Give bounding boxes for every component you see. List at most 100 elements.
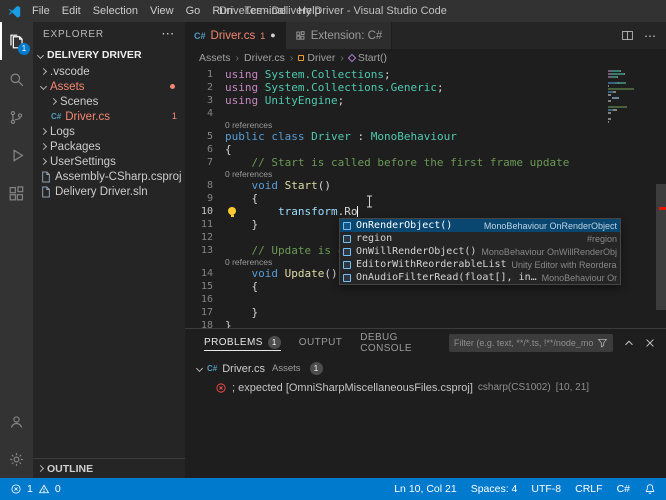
outline-section[interactable]: OUTLINE	[33, 458, 185, 478]
line-number[interactable]: 18	[185, 319, 225, 328]
tree-item-delivery-driver-sln[interactable]: Delivery Driver.sln	[33, 184, 185, 199]
codelens-references[interactable]: 0 references	[225, 169, 272, 179]
line-number[interactable]: 9	[185, 192, 225, 205]
code-line[interactable]: 2using System.Collections.Generic;	[185, 81, 666, 94]
suggestion-label: EditorWithReorderableList	[356, 259, 507, 270]
code-line[interactable]: 3using UnityEngine;	[185, 94, 666, 107]
code-line[interactable]: 5public class Driver : MonoBehaviour	[185, 130, 666, 143]
codelens-references[interactable]: 0 references	[225, 120, 272, 130]
activity-source-control[interactable]	[0, 98, 33, 136]
line-number[interactable]: 2	[185, 81, 225, 94]
line-number[interactable]: 15	[185, 280, 225, 293]
code-line[interactable]: 7 // Start is called before the first fr…	[185, 156, 666, 169]
token: ;	[384, 68, 391, 81]
breadcrumb-item[interactable]: Driver.cs	[244, 52, 285, 64]
activity-extensions[interactable]	[0, 174, 33, 212]
editor-scrollbar[interactable]	[656, 184, 666, 310]
method-icon	[343, 235, 351, 243]
menu-view[interactable]: View	[144, 0, 180, 22]
tree-item-driver-cs[interactable]: C#Driver.cs1	[33, 109, 185, 124]
panel-tab-label: PROBLEMS	[204, 337, 263, 348]
notifications-bell-icon[interactable]	[644, 483, 656, 495]
breadcrumb-item[interactable]: Assets	[199, 52, 231, 64]
editor-more-actions-icon[interactable]: ⋯	[644, 30, 656, 42]
problems-file-group[interactable]: C# Driver.cs Assets 1	[185, 359, 666, 378]
codelens-references[interactable]: 0 references	[225, 257, 272, 267]
tree-item-usersettings[interactable]: UserSettings	[33, 154, 185, 169]
tree-item-scenes[interactable]: Scenes	[33, 94, 185, 109]
method-icon	[343, 222, 351, 230]
suggestion-detail: MonoBehaviour OnAudio…	[542, 273, 617, 283]
line-number[interactable]: 11	[185, 218, 225, 231]
code-line[interactable]: 16	[185, 293, 666, 306]
line-number[interactable]: 4	[185, 107, 225, 120]
activity-explorer[interactable]: 1	[0, 22, 33, 60]
breadcrumb-separator: ›	[236, 52, 240, 64]
panel-tab-debug-console[interactable]: DEBUG CONSOLE	[351, 329, 449, 356]
code-line[interactable]: 18}	[185, 319, 666, 328]
line-number[interactable]: 3	[185, 94, 225, 107]
activity-account[interactable]	[0, 402, 33, 440]
tab-extension-csharp[interactable]: Extension: C#	[286, 22, 393, 49]
line-number[interactable]: 14	[185, 267, 225, 280]
suggestion-item[interactable]: OnAudioFilterRead(float[], in…MonoBehavi…	[340, 271, 620, 284]
modified-dot-icon[interactable]: ●	[270, 31, 275, 40]
suggestion-item[interactable]: EditorWithReorderableListUnity Editor wi…	[340, 258, 620, 271]
menu-selection[interactable]: Selection	[87, 0, 144, 22]
activity-run-debug[interactable]	[0, 136, 33, 174]
activity-search[interactable]	[0, 60, 33, 98]
code-line[interactable]: 8 void Start()	[185, 179, 666, 192]
line-number[interactable]: 12	[185, 231, 225, 244]
code-line[interactable]: 10 transform.Ro	[185, 205, 666, 218]
status-encoding[interactable]: UTF-8	[531, 483, 561, 495]
split-editor-icon[interactable]	[621, 29, 634, 42]
code-line[interactable]: 1using System.Collections;	[185, 68, 666, 81]
suggestion-item[interactable]: OnWillRenderObject()MonoBehaviour OnWill…	[340, 245, 620, 258]
problems-filter-input[interactable]	[454, 338, 593, 348]
code-text: }	[225, 306, 258, 319]
line-number[interactable]: 1	[185, 68, 225, 81]
panel-tab-problems[interactable]: PROBLEMS1	[195, 329, 290, 356]
activity-settings[interactable]	[0, 440, 33, 478]
tree-item--vscode[interactable]: .vscode	[33, 64, 185, 79]
menu-go[interactable]: Go	[180, 0, 207, 22]
lightbulb-icon[interactable]	[228, 207, 236, 215]
breadcrumb-item[interactable]: Start()	[349, 52, 387, 64]
menu-edit[interactable]: Edit	[56, 0, 87, 22]
workspace-section-header[interactable]: DELIVERY DRIVER	[33, 46, 185, 64]
editor-pane[interactable]: 1using System.Collections;2using System.…	[185, 66, 666, 328]
line-number[interactable]: 5	[185, 130, 225, 143]
outline-title: OUTLINE	[47, 463, 93, 475]
status-indentation[interactable]: Spaces: 4	[471, 483, 518, 495]
problem-item[interactable]: ; expected [OmniSharpMiscellaneousFiles.…	[185, 378, 666, 397]
problems-indicator[interactable]: 1 0	[10, 483, 61, 495]
line-number[interactable]: 17	[185, 306, 225, 319]
breadcrumb-item[interactable]: Driver	[298, 52, 335, 64]
minimap[interactable]	[608, 70, 652, 124]
tree-item-assets[interactable]: Assets	[33, 79, 185, 94]
tree-item-packages[interactable]: Packages	[33, 139, 185, 154]
more-actions-icon[interactable]: ⋯	[161, 26, 175, 42]
code-line[interactable]: 17 }	[185, 306, 666, 319]
panel-maximize-icon[interactable]	[623, 337, 635, 349]
tab-driver-cs[interactable]: C# Driver.cs 1 ●	[185, 22, 286, 49]
tree-item-assembly-csharp-csproj[interactable]: Assembly-CSharp.csproj	[33, 169, 185, 184]
code-line[interactable]: 4	[185, 107, 666, 120]
menu-file[interactable]: File	[26, 0, 56, 22]
status-eol[interactable]: CRLF	[575, 483, 602, 495]
code-line[interactable]: 6{	[185, 143, 666, 156]
panel-close-icon[interactable]	[644, 337, 656, 349]
status-language[interactable]: C#	[617, 483, 630, 495]
line-number[interactable]: 8	[185, 179, 225, 192]
suggestion-item[interactable]: region#region	[340, 232, 620, 245]
line-number[interactable]: 6	[185, 143, 225, 156]
tree-item-logs[interactable]: Logs	[33, 124, 185, 139]
line-number[interactable]: 16	[185, 293, 225, 306]
code-line[interactable]: 9 {	[185, 192, 666, 205]
suggestion-item[interactable]: OnRenderObject()MonoBehaviour OnRenderOb…	[340, 219, 620, 232]
status-cursor-position[interactable]: Ln 10, Col 21	[394, 483, 456, 495]
line-number[interactable]: 10	[185, 205, 225, 218]
line-number[interactable]: 13	[185, 244, 225, 257]
panel-tab-output[interactable]: OUTPUT	[290, 329, 352, 356]
line-number[interactable]: 7	[185, 156, 225, 169]
